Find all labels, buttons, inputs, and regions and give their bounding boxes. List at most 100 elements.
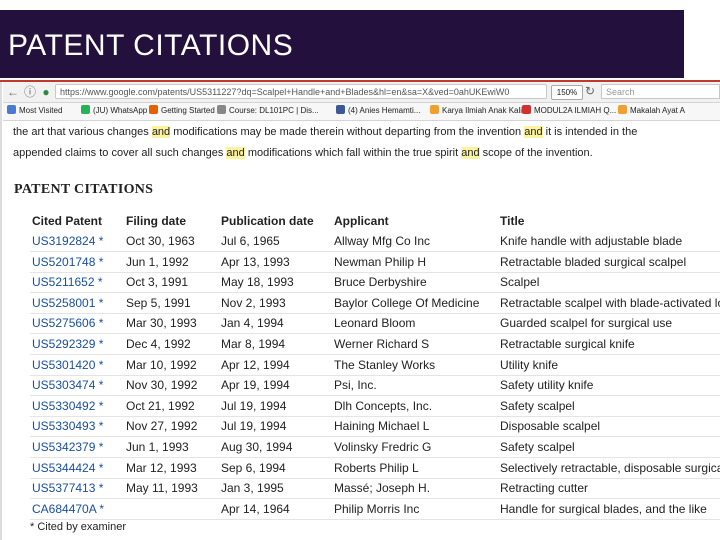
cell-title: Knife handle with adjustable blade bbox=[500, 234, 683, 248]
text-segment: scope of the invention. bbox=[479, 147, 593, 159]
cell-filing: Jun 1, 1993 bbox=[126, 440, 189, 454]
patent-link[interactable]: US5330493 * bbox=[32, 419, 103, 433]
cell-filing: Nov 30, 1992 bbox=[126, 378, 198, 393]
bookmark-label: Getting Started bbox=[161, 106, 215, 115]
bookmark-item[interactable]: Makalah Ayat A bbox=[618, 105, 685, 117]
bookmark-item[interactable]: Course: DL101PC | Dis... bbox=[217, 105, 319, 117]
table-row: US5330492 * Oct 21, 1992 Jul 19, 1994 Dlh C… bbox=[30, 395, 720, 417]
patent-link[interactable]: US5211652 * bbox=[32, 275, 103, 289]
bookmark-label: Makalah Ayat A bbox=[630, 106, 685, 115]
reload-icon[interactable]: ↻ bbox=[585, 84, 595, 98]
bookmark-label: Most Visited bbox=[19, 106, 63, 115]
zoom-indicator[interactable]: 150% bbox=[551, 85, 583, 100]
patent-link[interactable]: US5344424 * bbox=[32, 461, 103, 475]
column-header-applicant: Applicant bbox=[334, 214, 389, 228]
info-icon[interactable]: ⓘ bbox=[23, 85, 37, 99]
cell-title: Scalpel bbox=[500, 275, 540, 290]
patent-link[interactable]: US5201748 * bbox=[32, 255, 103, 269]
cell-applicant: Volinsky Fredric G bbox=[334, 440, 432, 454]
patent-link[interactable]: US5342379 * bbox=[32, 440, 103, 454]
description-line-2: appended claims to cover all such change… bbox=[13, 146, 593, 160]
column-header-title: Title bbox=[500, 214, 525, 228]
lock-icon: ● bbox=[42, 85, 50, 99]
address-bar[interactable]: https://www.google.com/patents/US5311227… bbox=[55, 84, 547, 99]
cell-applicant: Leonard Bloom bbox=[334, 316, 416, 331]
search-input[interactable]: Search bbox=[601, 84, 720, 99]
bookmark-icon bbox=[522, 105, 531, 114]
patent-link[interactable]: US3192824 * bbox=[32, 234, 103, 248]
bookmark-item[interactable]: (4) Anies Hemamti... bbox=[336, 105, 420, 117]
cell-publication: Jul 6, 1965 bbox=[221, 234, 280, 248]
cell-title: Disposable scalpel bbox=[500, 419, 601, 434]
patent-link[interactable]: US5258001 * bbox=[32, 296, 103, 310]
cell-applicant: Newman Philip H bbox=[334, 254, 427, 269]
cell-filing: Mar 10, 1992 bbox=[126, 357, 197, 372]
bookmark-item[interactable]: (JU) WhatsApp bbox=[81, 105, 147, 117]
table-row: US5275606 * Mar 30, 1993 Jan 4, 1994 Leonar… bbox=[30, 312, 720, 335]
cell-title: Utility knife bbox=[500, 357, 559, 372]
cell-applicant: Roberts Philip L bbox=[334, 460, 419, 475]
cell-title: Safety scalpel bbox=[500, 440, 575, 454]
cell-filing: Nov 27, 1992 bbox=[126, 419, 198, 434]
bookmark-icon bbox=[7, 105, 16, 114]
cell-publication: Aug 30, 1994 bbox=[221, 440, 293, 454]
cell-publication: Sep 6, 1994 bbox=[221, 460, 286, 475]
cell-publication: May 18, 1993 bbox=[221, 275, 294, 290]
back-icon[interactable]: ← bbox=[6, 85, 20, 99]
cell-publication: Jul 19, 1994 bbox=[221, 419, 287, 434]
patent-link[interactable]: US5301420 * bbox=[32, 358, 103, 372]
bookmark-item[interactable]: Karya Ilmiah Anak Kali... bbox=[430, 105, 529, 117]
text-segment: the art that various changes bbox=[13, 126, 152, 138]
cell-applicant: Dlh Concepts, Inc. bbox=[334, 398, 433, 413]
table-row: CA684470A * Apr 14, 1964 Philip Morris Inc… bbox=[30, 498, 720, 520]
browser-screenshot: ← ⓘ ● https://www.google.com/patents/US5… bbox=[3, 82, 720, 540]
bookmark-icon bbox=[217, 105, 226, 114]
patent-link[interactable]: US5303474 * bbox=[32, 378, 103, 392]
text-segment: appended claims to cover all such change… bbox=[13, 147, 227, 159]
footnote: * Cited by examiner bbox=[30, 521, 126, 533]
bookmark-icon bbox=[336, 105, 345, 114]
patent-link[interactable]: US5292329 * bbox=[32, 337, 103, 351]
column-header-cited: Cited Patent bbox=[32, 214, 103, 228]
table-row: US5303474 * Nov 30, 1992 Apr 19, 1994 Psi, … bbox=[30, 374, 720, 397]
cell-filing: Oct 3, 1991 bbox=[126, 275, 189, 290]
bookmark-icon bbox=[81, 105, 90, 114]
bookmark-item[interactable]: Getting Started bbox=[149, 105, 215, 117]
cell-applicant: Haining Michael L bbox=[334, 419, 430, 434]
patent-link[interactable]: CA684470A * bbox=[32, 502, 104, 516]
column-header-publication: Publication date bbox=[221, 214, 314, 228]
patent-link[interactable]: US5330492 * bbox=[32, 399, 103, 413]
bookmark-icon bbox=[618, 105, 627, 114]
section-heading: PATENT CITATIONS bbox=[14, 182, 154, 197]
cell-title: Retracting cutter bbox=[500, 481, 589, 496]
left-rule bbox=[0, 82, 2, 540]
patent-link[interactable]: US5275606 * bbox=[32, 316, 103, 330]
cell-filing: Oct 21, 1992 bbox=[126, 398, 195, 413]
table-row: US5301420 * Mar 10, 1992 Apr 12, 1994 The S… bbox=[30, 354, 720, 376]
bookmark-item[interactable]: Most Visited bbox=[7, 105, 62, 117]
table-row: US5330493 * Nov 27, 1992 Jul 19, 1994 Haini… bbox=[30, 415, 720, 438]
table-row: US5258001 * Sep 5, 1991 Nov 2, 1993 Baylor … bbox=[30, 292, 720, 314]
table-row: US5342379 * Jun 1, 1993 Aug 30, 1994 Volins… bbox=[30, 436, 720, 458]
cell-filing: Dec 4, 1992 bbox=[126, 337, 191, 351]
cell-applicant: Baylor College Of Medicine bbox=[334, 295, 480, 310]
highlight: and bbox=[226, 147, 245, 159]
cell-title: Guarded scalpel for surgical use bbox=[500, 316, 673, 331]
text-segment: modifications which fall within the true… bbox=[244, 147, 462, 159]
patent-link[interactable]: US5377413 * bbox=[32, 481, 103, 495]
highlight: and bbox=[461, 147, 480, 159]
cell-title: Selectively retractable, disposable surg… bbox=[500, 460, 720, 475]
cell-filing: Mar 12, 1993 bbox=[126, 460, 197, 475]
cell-publication: Apr 12, 1994 bbox=[221, 357, 290, 372]
cell-filing: May 11, 1993 bbox=[126, 481, 198, 496]
cell-applicant: Psi, Inc. bbox=[334, 378, 377, 393]
highlight: and bbox=[151, 126, 171, 138]
cell-applicant: Bruce Derbyshire bbox=[334, 275, 427, 290]
table-row: US5292329 * Dec 4, 1992 Mar 8, 1994 Werner … bbox=[30, 333, 720, 355]
cell-publication: Nov 2, 1993 bbox=[221, 295, 286, 310]
cell-publication: Mar 8, 1994 bbox=[221, 337, 286, 351]
bookmark-label: Karya Ilmiah Anak Kali... bbox=[442, 106, 529, 115]
bookmark-item[interactable]: MODUL2A ILMIAH Q... bbox=[522, 105, 616, 117]
bookmark-icon bbox=[149, 105, 158, 114]
cell-applicant: Allway Mfg Co Inc bbox=[334, 234, 431, 248]
